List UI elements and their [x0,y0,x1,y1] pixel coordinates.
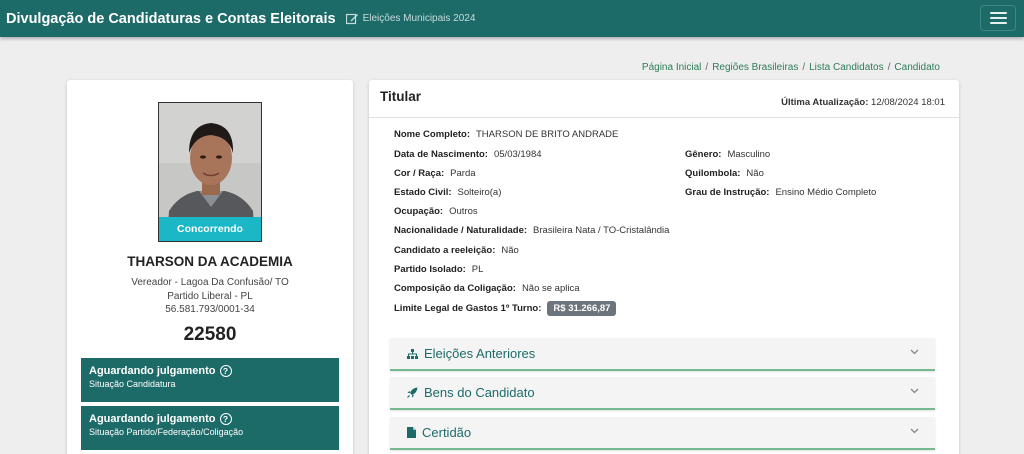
status-badge: Concorrendo [159,217,261,241]
party-status-subtitle: Situação Partido/Federação/Coligação [89,427,244,437]
chevron-down-icon [910,428,919,434]
breadcrumb-home[interactable]: Página Inicial [642,62,701,73]
breadcrumb: Página Inicial / Regiões Brasileiras / Lista… [641,62,940,73]
spending-limit-badge: R$ 31.266,87 [547,301,617,316]
candidate-office: Vereador - Lagoa Da Confusão/ TO [131,277,289,288]
election-label: Eleições Municipais 2024 [362,13,476,24]
party-status-card: Aguardando julgamento? Situação Partido/… [81,406,339,450]
accordion-label: Certidão [422,425,472,440]
last-update: Última Atualização: 12/08/2024 18:01 [781,97,945,108]
field-gender: Gênero: Masculino [685,149,771,160]
field-birth-date: Data de Nascimento: 05/03/1984 [394,149,542,160]
breadcrumb-candidates[interactable]: Lista Candidatos [809,62,884,73]
field-quilombola: Quilombola: Não [685,168,764,179]
accordion-label: Bens do Candidato [424,385,535,400]
field-nationality: Nacionalidade / Naturalidade: Brasileira … [394,225,670,236]
accordion-label: Eleições Anteriores [424,346,536,361]
edit-icon [345,13,358,24]
election-link[interactable]: Eleições Municipais 2024 [345,13,476,25]
accordion-certificate[interactable]: Certidão [390,417,935,450]
candidacy-status-subtitle: Situação Candidatura [89,379,176,389]
sitemap-icon [407,348,418,359]
candidacy-status-title: Aguardando julgamento [89,365,216,377]
candidate-name: THARSON DA ACADEMIA [127,254,293,269]
candidacy-status-card: Aguardando julgamento? Situação Candidat… [81,358,339,402]
field-reelection: Candidato a reeleição: Não [394,245,519,256]
chevron-down-icon [910,349,919,355]
accordion-previous-elections[interactable]: Eleições Anteriores [390,338,935,371]
divider [369,117,959,118]
menu-toggle-button[interactable] [980,5,1016,31]
field-party-isolated: Partido Isolado: PL [394,264,484,275]
help-icon[interactable]: ? [219,365,232,377]
last-update-value: 12/08/2024 18:01 [871,97,945,108]
file-icon [407,427,416,438]
top-navbar: Divulgação de Candidaturas e Contas Elei… [0,0,1024,37]
field-full-name: Nome Completo: THARSON DE BRITO ANDRADE [394,129,619,140]
rocket-icon [407,387,418,398]
help-icon[interactable]: ? [219,413,232,425]
field-coalition: Composição da Coligação: Não se aplica [394,283,580,294]
party-status-title: Aguardando julgamento [89,413,216,425]
candidate-card: Concorrendo THARSON DA ACADEMIA Vereador… [67,80,353,454]
app-title[interactable]: Divulgação de Candidaturas e Contas Elei… [6,11,336,27]
candidate-cnpj: 56.581.793/0001-34 [165,304,255,315]
hamburger-icon [989,12,1007,14]
field-education: Grau de Instrução: Ensino Médio Completo [685,187,877,198]
field-race: Cor / Raça: Parda [394,168,476,179]
candidate-details-card: Titular Última Atualização: 12/08/2024 1… [369,80,959,454]
details-title: Titular [380,89,422,104]
breadcrumb-regions[interactable]: Regiões Brasileiras [712,62,798,73]
field-occupation: Ocupação: Outros [394,206,478,217]
chevron-down-icon [910,388,919,394]
field-marital-status: Estado Civil: Solteiro(a) [394,187,502,198]
field-spending-limit: Limite Legal de Gastos 1º Turno: R$ 31.26… [394,301,617,316]
accordion-candidate-assets[interactable]: Bens do Candidato [390,377,935,410]
candidate-photo: Concorrendo [158,102,262,242]
candidate-party: Partido Liberal - PL [167,290,253,302]
candidate-number: 22580 [183,324,237,345]
breadcrumb-current: Candidato [894,62,940,73]
